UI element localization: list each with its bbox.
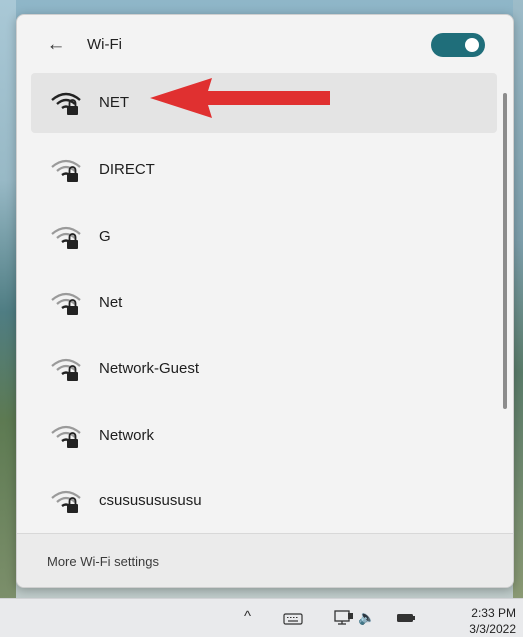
battery-icon[interactable] xyxy=(396,612,416,624)
clock-date: 3/3/2022 xyxy=(469,622,516,636)
network-icon[interactable] xyxy=(334,610,354,626)
wifi-secured-icon xyxy=(51,425,81,448)
desktop-wallpaper-right xyxy=(513,0,523,600)
wifi-secured-icon xyxy=(51,292,81,315)
volume-icon[interactable]: 🔈 xyxy=(358,610,375,624)
red-arrow-annotation xyxy=(150,78,330,118)
network-row-g[interactable]: G xyxy=(31,207,497,267)
wifi-toggle[interactable] xyxy=(431,33,485,57)
taskbar: ^ 🔈 2:33 PM 3/3/2022 xyxy=(0,598,523,637)
wifi-secured-icon xyxy=(51,92,81,115)
desktop-wallpaper-left xyxy=(0,0,16,600)
network-row-csusu[interactable]: csusususususu xyxy=(31,471,497,531)
scrollbar[interactable] xyxy=(503,93,507,409)
taskbar-clock[interactable]: 2:33 PM 3/3/2022 xyxy=(446,605,516,637)
wifi-header: ← Wi-Fi xyxy=(17,15,513,73)
more-wifi-settings-link[interactable]: More Wi-Fi settings xyxy=(47,554,159,569)
network-row-network[interactable]: Network xyxy=(31,406,497,466)
toggle-knob xyxy=(465,38,479,52)
network-list: NET DIRECT G Net Network-Guest Network c… xyxy=(31,73,497,533)
network-name: csusususususu xyxy=(99,492,202,509)
network-row-network-guest[interactable]: Network-Guest xyxy=(31,339,497,399)
back-arrow-icon[interactable]: ← xyxy=(45,35,67,55)
network-name: G xyxy=(99,228,111,245)
wifi-footer: More Wi-Fi settings xyxy=(17,533,513,587)
network-name: Net xyxy=(99,294,123,311)
wifi-secured-icon xyxy=(51,226,81,249)
network-name: DIRECT xyxy=(99,161,155,178)
network-name: Network-Guest xyxy=(99,360,200,377)
wifi-secured-icon xyxy=(51,358,81,381)
clock-time: 2:33 PM xyxy=(471,606,516,620)
wifi-title: Wi-Fi xyxy=(87,36,122,53)
network-row-direct[interactable]: DIRECT xyxy=(31,140,497,200)
wifi-secured-icon xyxy=(51,159,81,182)
keyboard-icon[interactable] xyxy=(283,613,303,625)
network-row-net-2[interactable]: Net xyxy=(31,273,497,333)
network-name: Network xyxy=(99,427,155,444)
wifi-secured-icon xyxy=(51,490,81,513)
chevron-up-icon[interactable]: ^ xyxy=(244,609,251,624)
network-name: NET xyxy=(99,94,129,111)
